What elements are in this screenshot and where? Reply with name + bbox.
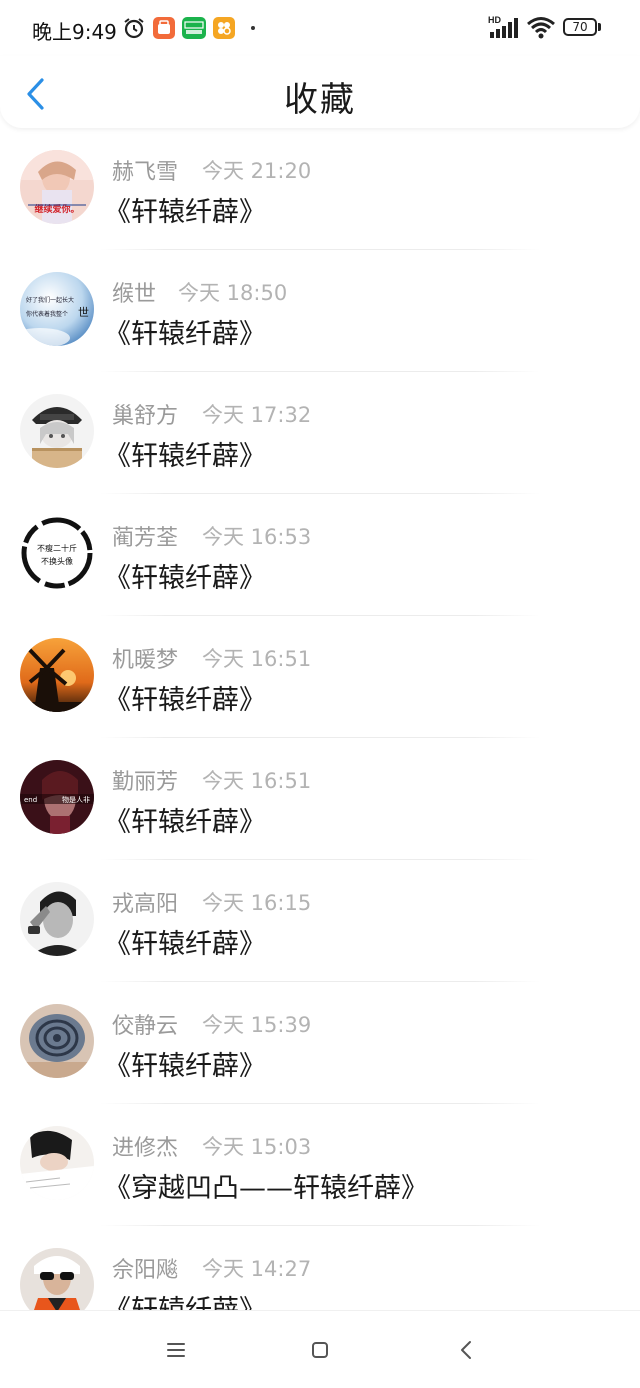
back-chevron-icon: [461, 1341, 471, 1359]
system-nav-bar: [0, 1310, 640, 1388]
item-title: 《轩辕纤薜》: [104, 929, 266, 960]
svg-text:世: 世: [78, 306, 89, 319]
battery-tip: [598, 23, 601, 31]
user-name: 巢舒方: [112, 404, 179, 429]
menu-button[interactable]: [161, 1335, 191, 1365]
item-title: 《轩辕纤薜》: [104, 441, 266, 472]
item-title: 《轩辕纤薜》: [104, 685, 266, 716]
iqiyi-icon: [182, 17, 206, 39]
user-name: 佘阳飚: [112, 1258, 179, 1283]
avatar[interactable]: 不瘦二十斤 不换头像: [20, 516, 94, 590]
user-name: 戎高阳: [112, 892, 179, 917]
avatar[interactable]: [20, 638, 94, 712]
avatar[interactable]: 好了我们一起长大 你代表着我整个 世: [20, 272, 94, 346]
item-title: 《轩辕纤薜》: [104, 807, 266, 838]
user-name: 机暖梦: [112, 648, 179, 673]
timestamp: 今天 16:15: [202, 891, 312, 915]
avatar[interactable]: [20, 1004, 94, 1078]
page-title: 收藏: [284, 80, 356, 120]
timestamp: 今天 17:32: [202, 403, 312, 427]
timestamp: 今天 15:03: [202, 1135, 312, 1159]
avatar[interactable]: 继续爱你。: [20, 150, 94, 224]
svg-text:你代表着我整个: 你代表着我整个: [26, 310, 68, 318]
notification-dot: [251, 26, 255, 30]
timestamp: 今天 18:50: [178, 281, 288, 305]
list-item[interactable]: 巢舒方 今天 17:32 《轩辕纤薜》: [0, 372, 640, 494]
alarm-icon: [122, 16, 146, 44]
home-button[interactable]: [305, 1335, 335, 1365]
list-item[interactable]: 进修杰 今天 15:03 《穿越凹凸——轩辕纤薜》: [0, 1104, 640, 1226]
svg-text:好了我们一起长大: 好了我们一起长大: [26, 296, 74, 304]
list-item[interactable]: 佼静云 今天 15:39 《轩辕纤薜》: [0, 982, 640, 1104]
avatar[interactable]: end 物是人非: [20, 760, 94, 834]
timestamp: 今天 16:51: [202, 769, 312, 793]
system-back-button[interactable]: [452, 1335, 482, 1365]
item-title: 《轩辕纤薜》: [104, 197, 266, 228]
list-item[interactable]: end 物是人非 勤丽芳 今天 16:51 《轩辕纤薜》: [0, 738, 640, 860]
user-name: 蔺芳荃: [112, 526, 179, 551]
avatar[interactable]: [20, 1126, 94, 1200]
svg-text:不换头像: 不换头像: [41, 556, 73, 566]
timestamp: 今天 21:20: [202, 159, 312, 183]
user-name: 勤丽芳: [112, 770, 179, 795]
timestamp: 今天 16:53: [202, 525, 312, 549]
user-name: 进修杰: [112, 1136, 179, 1161]
status-bar: 晚上9:49 HD 70: [0, 0, 640, 56]
svg-text:HD: HD: [488, 15, 501, 25]
wifi-icon: [526, 15, 556, 43]
list-item[interactable]: 佘阳飚 今天 14:27 《轩辕纤薜》: [0, 1226, 640, 1310]
app-notification-icon: [153, 17, 175, 39]
item-title: 《轩辕纤薜》: [104, 1051, 266, 1082]
header: 收藏: [0, 56, 640, 128]
home-square-icon: [312, 1342, 328, 1358]
list-item[interactable]: 机暖梦 今天 16:51 《轩辕纤薜》: [0, 616, 640, 738]
user-name: 赫飞雪: [112, 160, 179, 185]
timestamp: 今天 15:39: [202, 1013, 312, 1037]
avatar[interactable]: [20, 394, 94, 468]
favorites-list: 继续爱你。 赫飞雪 今天 21:20 《轩辕纤薜》 好了我们一起长大 你代表着我…: [0, 128, 640, 1310]
avatar[interactable]: [20, 882, 94, 956]
list-item[interactable]: 不瘦二十斤 不换头像 蔺芳荃 今天 16:53 《轩辕纤薜》: [0, 494, 640, 616]
list-item[interactable]: 好了我们一起长大 你代表着我整个 世 缑世 今天 18:50 《轩辕纤薜》: [0, 250, 640, 372]
list-item[interactable]: 戎高阳 今天 16:15 《轩辕纤薜》: [0, 860, 640, 982]
status-time: 晚上9:49: [32, 20, 117, 44]
app-notification-icon: [213, 17, 235, 39]
svg-text:物是人非: 物是人非: [62, 795, 90, 804]
avatar[interactable]: [20, 1248, 94, 1310]
user-name: 佼静云: [112, 1014, 179, 1039]
item-title: 《轩辕纤薜》: [104, 319, 266, 350]
menu-icon: [167, 1343, 185, 1357]
user-name: 缑世: [112, 282, 157, 307]
list-item[interactable]: 继续爱你。 赫飞雪 今天 21:20 《轩辕纤薜》: [0, 128, 640, 250]
battery-icon: 70: [563, 18, 597, 36]
signal-icon: HD: [488, 14, 520, 44]
timestamp: 今天 14:27: [202, 1257, 312, 1281]
item-title: 《轩辕纤薜》: [104, 1288, 266, 1310]
svg-text:不瘦二十斤: 不瘦二十斤: [37, 543, 77, 553]
item-title: 《轩辕纤薜》: [104, 563, 266, 594]
item-title: 《穿越凹凸——轩辕纤薜》: [104, 1173, 428, 1204]
timestamp: 今天 16:51: [202, 647, 312, 671]
svg-text:end: end: [24, 796, 37, 804]
